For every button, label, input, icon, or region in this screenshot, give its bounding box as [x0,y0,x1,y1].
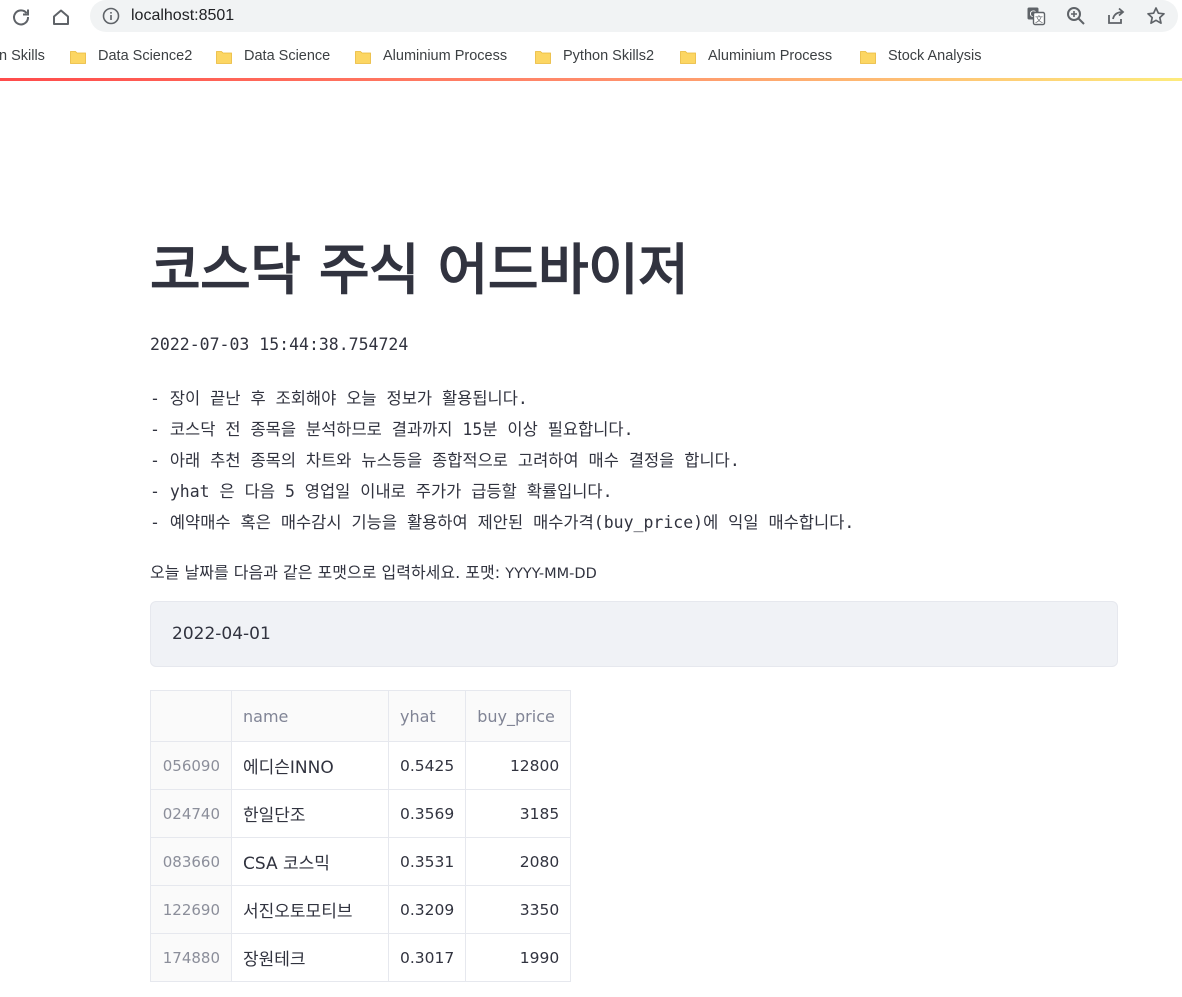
bookmark-label: Stock Analysis [888,48,982,64]
folder-icon [680,50,696,64]
page-title: 코스닥 주식 어드바이저 [150,238,689,302]
date-input-label-text: 오늘 날짜를 다음과 같은 포맷으로 입력하세요. 포맷: [150,563,501,582]
row-index-cell[interactable]: 056090 [150,741,232,790]
yhat-cell[interactable]: 0.3531 [387,837,467,886]
folder-icon [860,50,876,64]
bookmark-item[interactable]: Aluminium Process [680,45,832,67]
name-cell[interactable]: 한일단조 [231,789,389,838]
bookmark-item[interactable]: Data Science2 [70,45,192,67]
folder-icon [70,50,86,64]
note-line: - 장이 끝난 후 조회해야 오늘 정보가 활용됩니다. [150,389,528,408]
buy-price-cell[interactable]: 12800 [465,741,572,790]
buy-price-cell[interactable]: 2080 [465,837,572,886]
note-line: - 아래 추천 종목의 차트와 뉴스등을 종합적으로 고려하여 매수 결정을 합… [150,451,740,470]
folder-icon [355,50,371,64]
reload-icon[interactable] [8,4,34,30]
zoom-icon[interactable] [1065,5,1087,27]
buy-price-cell[interactable]: 1990 [465,933,572,982]
bookmark-item[interactable]: n Skills [0,45,45,67]
bookmark-item[interactable]: Aluminium Process [355,45,507,67]
notes-block: - 장이 끝난 후 조회해야 오늘 정보가 활용됩니다. - 코스닥 전 종목을… [150,383,854,538]
note-line: - 코스닥 전 종목을 분석하므로 결과까지 15분 이상 필요합니다. [150,420,634,439]
note-line: - 예약매수 혹은 매수감시 기능을 활용하여 제안된 매수가격(buy_pri… [150,513,855,532]
yhat-cell[interactable]: 0.5425 [387,741,467,790]
folder-icon [535,50,551,64]
column-header-buy-price[interactable]: buy_price [465,690,572,742]
name-cell[interactable]: CSA 코스믹 [231,837,389,886]
table-row: 122690 서진오토모티브 0.3209 3350 [150,885,572,934]
bookmark-label: Data Science [244,48,331,64]
column-header-name[interactable]: name [231,690,389,742]
table-row: 083660 CSA 코스믹 0.3531 2080 [150,837,572,886]
table-row: 024740 한일단조 0.3569 3185 [150,789,572,838]
date-input-label: 오늘 날짜를 다음과 같은 포맷으로 입력하세요. 포맷: YYYY-MM-DD [150,561,597,586]
table-header-row: name yhat buy_price [150,690,572,742]
row-index-cell[interactable]: 122690 [150,885,232,934]
yhat-cell[interactable]: 0.3569 [387,789,467,838]
table-row: 056090 에디슨INNO 0.5425 12800 [150,741,572,790]
buy-price-cell[interactable]: 3350 [465,885,572,934]
yhat-cell[interactable]: 0.3209 [387,885,467,934]
bookmark-item[interactable]: Stock Analysis [860,45,982,67]
note-line: - yhat 은 다음 5 영업일 이내로 주가가 급등할 확률입니다. [150,482,613,501]
bookmark-label: Aluminium Process [383,48,508,64]
name-cell[interactable]: 에디슨INNO [231,741,389,790]
translate-icon[interactable]: G文 [1025,5,1047,27]
bookmark-label: Data Science2 [98,48,193,64]
bookmark-item[interactable]: Data Science [216,45,330,67]
date-input[interactable] [151,602,1117,666]
recommendation-table: name yhat buy_price 056090 에디슨INNO 0.542… [150,690,572,982]
bookmark-label: Python Skills2 [563,48,655,64]
app-header-decoration [0,78,1182,81]
bookmark-item[interactable]: Python Skills2 [535,45,654,67]
browser-toolbar: localhost:8501 G文 [0,0,1182,34]
date-format-hint: YYYY-MM-DD [505,566,597,582]
url-text[interactable]: localhost:8501 [131,6,234,26]
site-info-icon[interactable] [102,7,120,25]
bookmarks-bar: n Skills Data Science2 Data Science Alum… [0,40,1182,72]
timestamp-text: 2022-07-03 15:44:38.754724 [150,335,409,354]
buy-price-cell[interactable]: 3185 [465,789,572,838]
table-row: 174880 장원테크 0.3017 1990 [150,933,572,982]
folder-icon [216,50,232,64]
svg-text:文: 文 [1035,14,1043,24]
date-input-container [150,601,1118,667]
row-index-cell[interactable]: 174880 [150,933,232,982]
row-index-cell[interactable]: 083660 [150,837,232,886]
address-bar[interactable]: localhost:8501 G文 [90,0,1178,32]
row-index-cell[interactable]: 024740 [150,789,232,838]
name-cell[interactable]: 장원테크 [231,933,389,982]
bookmark-label: Aluminium Process [708,48,833,64]
home-icon[interactable] [48,4,74,30]
bookmark-label: n Skills [0,48,45,64]
name-cell[interactable]: 서진오토모티브 [231,885,389,934]
column-header-yhat[interactable]: yhat [387,690,467,742]
share-icon[interactable] [1105,5,1127,27]
column-header-index[interactable] [150,690,232,742]
bookmark-star-icon[interactable] [1145,5,1167,27]
yhat-cell[interactable]: 0.3017 [387,933,467,982]
